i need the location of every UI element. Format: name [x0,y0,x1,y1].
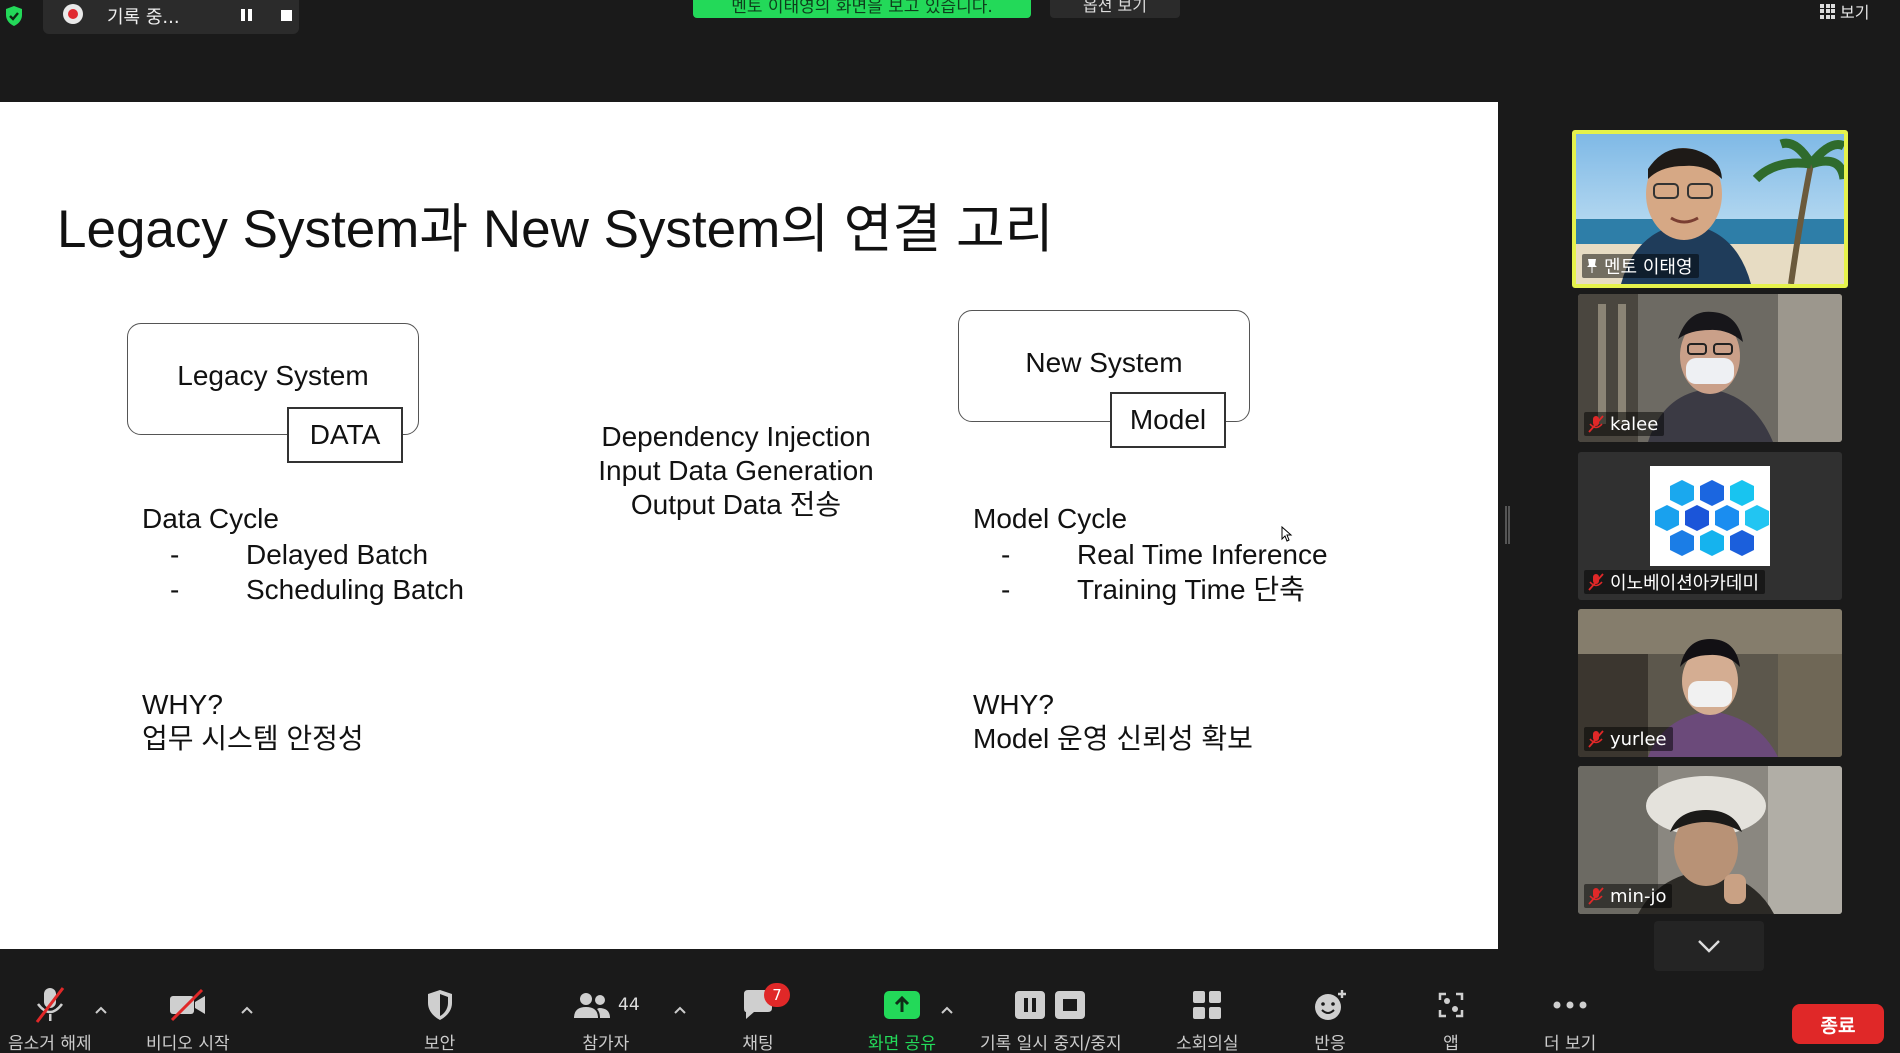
data-cycle-item: - Delayed Batch [170,539,429,570]
start-video-button[interactable]: 비디오 시작 [146,985,230,1053]
center-line-3: Output Data 전송 [630,489,842,520]
new-system-label: New System [1025,347,1183,378]
apps-label: 앱 [1443,1034,1459,1053]
center-line-1: Dependency Injection [601,421,871,452]
academy-logo [1650,466,1770,566]
muted-mic-icon [1588,415,1604,433]
data-tag: DATA [287,407,403,463]
security-button[interactable]: 보안 [424,985,455,1053]
data-cycle-item: - Scheduling Batch [170,574,464,605]
muted-mic-icon [1588,887,1604,905]
encryption-shield-icon[interactable] [2,4,26,28]
left-why-question: WHY? [142,689,223,720]
share-screen-icon [883,991,920,1019]
meeting-toolbar: 음소거 해제 비디오 시작 보안 44 참가자 채팅 7 화면 공유 기록 일시… [0,975,1900,1053]
pause-stop-recording-label: 기록 일시 중지/중지 [980,1034,1122,1053]
security-shield-icon [427,990,452,1020]
view-options-dropdown[interactable]: 옵션 보기 [1050,0,1180,18]
participant-tile-mentor[interactable]: 멘토 이태영 [1572,130,1848,288]
mouse-cursor-icon [1281,526,1293,542]
share-options-caret-icon[interactable] [940,1003,954,1017]
pin-icon [1587,259,1597,273]
pause-stop-icon [1014,991,1085,1019]
start-video-label: 비디오 시작 [146,1034,230,1053]
participant-name-tag: 이노베이션아카데미 [1584,570,1766,594]
participant-tile-kalee[interactable]: kalee [1578,294,1842,442]
participant-tile-yurlee[interactable]: yurlee [1578,609,1842,757]
breakout-rooms-icon [1193,991,1222,1019]
right-why-answer: Model 운영 신뢰성 확보 [973,723,1253,754]
reactions-label: 반응 [1314,1034,1346,1053]
chat-button[interactable]: 채팅 7 [740,983,790,1053]
pause-recording-button[interactable] [233,2,259,28]
model-tag: Model [1110,392,1226,448]
participant-count: 44 [618,995,640,1015]
unmute-label: 음소거 해제 [8,1034,92,1053]
view-options-label: 옵션 보기 [1083,0,1147,15]
model-cycle-title: Model Cycle [973,503,1128,534]
center-line-2: Input Data Generation [598,455,874,486]
more-button[interactable]: 더 보기 [1544,985,1596,1053]
hexagon-logo-icon [1655,480,1769,556]
breakout-rooms-button[interactable]: 소회의실 [1176,985,1239,1053]
participant-name-tag: min-jo [1584,884,1673,908]
video-off-icon [169,988,205,1022]
share-screen-label: 화면 공유 [868,1034,936,1053]
participants-button[interactable]: 44 참가자 [572,985,640,1053]
integration-methods: Dependency Injection Input Data Generati… [566,420,906,522]
muted-mic-icon [1588,573,1604,591]
chevron-down-icon [1698,940,1720,953]
right-why-question: WHY? [973,689,1054,720]
participants-options-caret-icon[interactable] [673,1003,687,1017]
view-layout-label: 보기 [1840,3,1870,22]
recording-dot-icon [63,4,83,24]
slide-title: Legacy System과 New System의 연결 고리 [57,200,1054,259]
legacy-system-label: Legacy System [177,360,369,391]
screen-share-banner: 멘토 이태영의 화면을 보고 있습니다. [693,0,1031,18]
more-dots-icon [1553,1001,1587,1009]
end-meeting-button[interactable]: 종료 [1792,1004,1884,1044]
participant-name-tag: yurlee [1584,727,1673,751]
security-label: 보안 [424,1034,456,1053]
chat-unread-badge: 7 [764,983,790,1007]
data-cycle-title: Data Cycle [142,503,279,534]
apps-button[interactable]: 앱 [1436,985,1466,1053]
share-screen-button[interactable]: 화면 공유 [868,985,936,1053]
unmute-button[interactable]: 음소거 해제 [8,985,92,1053]
more-label: 더 보기 [1544,1034,1597,1053]
pause-stop-recording-button[interactable]: 기록 일시 중지/중지 [980,985,1122,1053]
participants-label: 참가자 [582,1034,630,1053]
screen-share-banner-text: 멘토 이태영의 화면을 보고 있습니다. [731,0,993,17]
shared-screen-slide: Legacy System과 New System의 연결 고리 Legacy … [0,102,1498,949]
participant-tile-min-jo[interactable]: min-jo [1578,766,1842,914]
apps-icon [1438,992,1464,1018]
view-layout-button[interactable]: 보기 [1820,0,1869,22]
participant-name-tag: kalee [1584,412,1665,436]
audio-options-caret-icon[interactable] [94,1003,108,1017]
grid-view-icon [1820,3,1835,19]
recording-label: 기록 중... [107,7,180,28]
meeting-top-bar: 기록 중... 멘토 이태영의 화면을 보고 있습니다. 옵션 보기 보기 [0,0,1900,36]
reaction-smiley-icon [1315,990,1346,1020]
left-why-answer: 업무 시스템 안정성 [142,723,364,754]
scroll-participants-button[interactable] [1654,921,1764,971]
breakout-rooms-label: 소회의실 [1176,1034,1239,1053]
panel-resize-handle[interactable] [1505,506,1510,544]
video-options-caret-icon[interactable] [240,1003,254,1017]
participant-name-tag: 멘토 이태영 [1582,254,1699,278]
recording-indicator: 기록 중... [43,0,299,34]
participants-icon [574,993,610,1018]
stop-recording-button[interactable] [273,2,299,28]
muted-mic-icon [35,987,64,1023]
reactions-button[interactable]: 반응 [1312,985,1348,1053]
chat-label: 채팅 [742,1034,774,1053]
model-cycle-item: - Training Time 단축 [1001,574,1305,605]
muted-mic-icon [1588,730,1604,748]
model-cycle-item: - Real Time Inference [1001,539,1328,570]
